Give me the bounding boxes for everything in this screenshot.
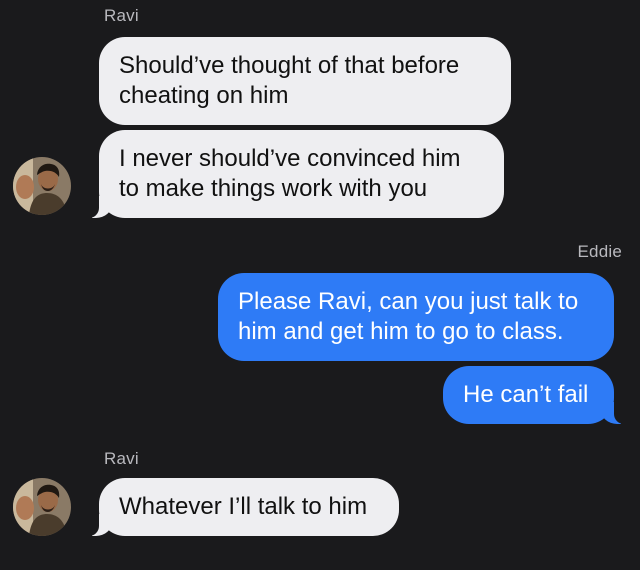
ravi-avatar[interactable] <box>13 478 71 536</box>
message-bubble-outgoing[interactable]: He can’t fail <box>443 366 640 424</box>
contact-photo-avatar-icon <box>13 478 71 536</box>
message-thread: Ravi Should’ve thought of that before ch… <box>0 0 640 570</box>
message-bubble-incoming[interactable]: Whatever I’ll talk to him <box>73 478 399 536</box>
contact-photo-avatar-icon <box>13 157 71 215</box>
message-bubble-incoming[interactable]: I never should’ve convinced him to make … <box>73 130 504 218</box>
ravi-avatar[interactable] <box>13 157 71 215</box>
sender-name-ravi: Ravi <box>104 449 139 468</box>
message-bubble-outgoing[interactable]: Please Ravi, can you just talk to him an… <box>218 273 614 361</box>
sender-name-eddie: Eddie <box>577 242 622 261</box>
sender-name-ravi: Ravi <box>104 6 139 25</box>
message-bubble-incoming[interactable]: Should’ve thought of that before cheatin… <box>99 37 511 125</box>
